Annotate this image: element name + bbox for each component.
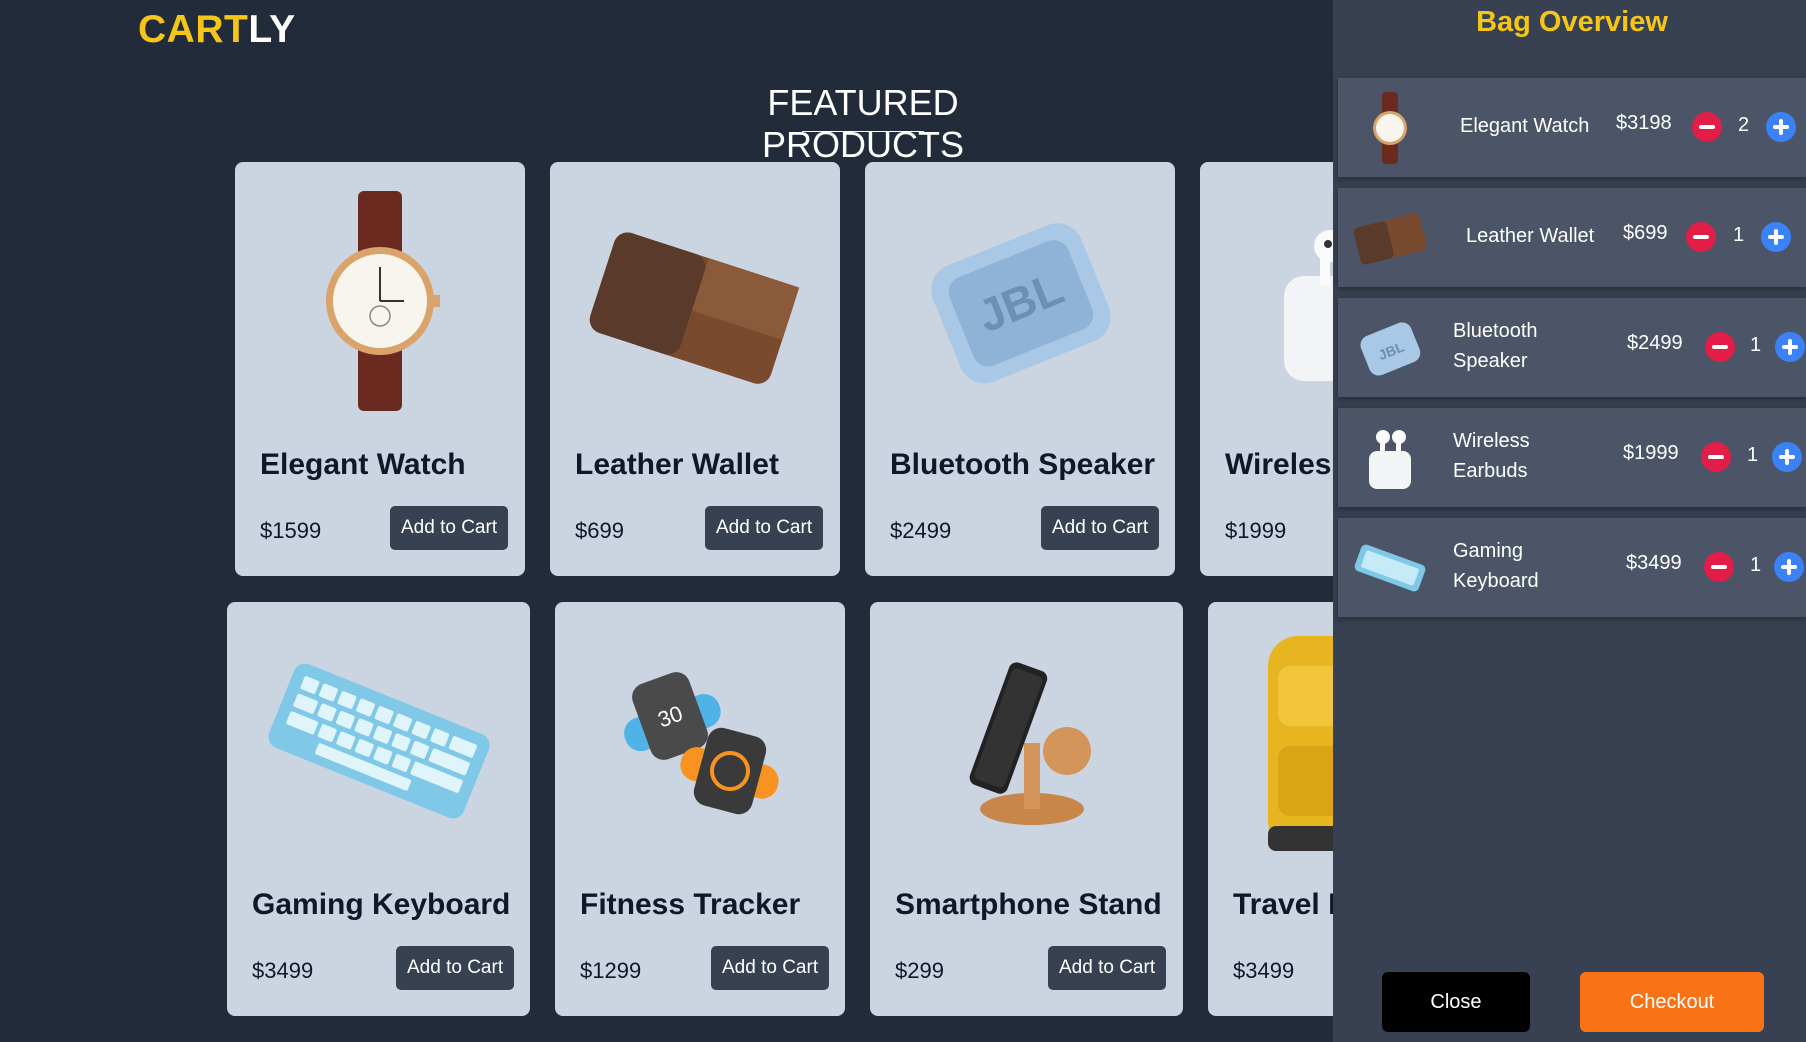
wallet-icon: [1350, 200, 1430, 275]
bag-item-name: Bluetooth Speaker: [1453, 316, 1538, 376]
add-to-cart-button[interactable]: Add to Cart: [711, 946, 830, 990]
bag-item: Leather Wallet $699 1: [1338, 188, 1806, 287]
increase-quantity-button[interactable]: [1775, 332, 1805, 362]
product-price: $699: [575, 518, 624, 543]
watch-icon: [235, 186, 525, 416]
speaker-icon: JBL: [865, 186, 1175, 416]
add-to-cart-button[interactable]: Add to Cart: [1048, 946, 1167, 990]
bag-item-price: $3198: [1616, 112, 1672, 134]
add-to-cart-button[interactable]: Add to Cart: [396, 946, 515, 990]
bag-item-price: $1999: [1623, 442, 1679, 464]
product-name: Bluetooth Speaker: [890, 448, 1156, 481]
decrease-quantity-button[interactable]: [1701, 442, 1731, 472]
checkout-button[interactable]: Checkout: [1580, 972, 1764, 1032]
product-price: $299: [895, 958, 944, 983]
product-price: $3499: [252, 958, 314, 983]
page-heading: FEATURED PRODUCTS: [761, 82, 964, 165]
bag-item-name: Wireless Earbuds: [1453, 426, 1530, 486]
item-quantity: 1: [1750, 334, 1762, 356]
product-price: $1299: [580, 958, 642, 983]
bag-item-price: $3499: [1626, 552, 1682, 574]
bag-item: JBL Bluetooth Speaker $2499 1: [1338, 298, 1806, 397]
bag-item: Gaming Keyboard $3499 1: [1338, 518, 1806, 617]
product-card: JBL Bluetooth Speaker $2499 Add to Cart: [865, 162, 1175, 576]
close-button[interactable]: Close: [1382, 972, 1530, 1032]
product-name: Leather Wallet: [575, 448, 779, 481]
bag-item-name: Gaming Keyboard: [1453, 536, 1539, 596]
product-name: Wireless: [1225, 448, 1349, 481]
item-quantity: 2: [1738, 114, 1750, 136]
bag-item-name: Leather Wallet: [1466, 221, 1594, 251]
increase-quantity-button[interactable]: [1761, 222, 1791, 252]
bag-item-name-line2: Keyboard: [1453, 570, 1539, 592]
bag-item-name-line1: Gaming: [1453, 540, 1524, 562]
item-quantity: 1: [1733, 224, 1745, 246]
wallet-icon: [550, 186, 840, 416]
speaker-icon: JBL: [1350, 310, 1430, 385]
bag-item-price: $699: [1623, 222, 1668, 244]
increase-quantity-button[interactable]: [1766, 112, 1796, 142]
decrease-quantity-button[interactable]: [1686, 222, 1716, 252]
heading-underline: [802, 131, 924, 132]
product-name: Gaming Keyboard: [252, 888, 511, 921]
decrease-quantity-button[interactable]: [1704, 552, 1734, 582]
bag-item-name-line2: Earbuds: [1453, 460, 1528, 482]
bag-item-name-line1: Wireless: [1453, 430, 1530, 452]
decrease-quantity-button[interactable]: [1692, 112, 1722, 142]
bag-title: Bag Overview: [1476, 6, 1668, 38]
product-name: Fitness Tracker: [580, 888, 801, 921]
bag-item: Elegant Watch $3198 2: [1338, 78, 1806, 177]
add-to-cart-button[interactable]: Add to Cart: [390, 506, 509, 550]
item-quantity: 1: [1750, 554, 1762, 576]
bag-item-name-line2: Speaker: [1453, 350, 1528, 372]
add-to-cart-button[interactable]: Add to Cart: [705, 506, 824, 550]
increase-quantity-button[interactable]: [1774, 552, 1804, 582]
product-name: Elegant Watch: [260, 448, 466, 481]
product-card: Leather Wallet $699 Add to Cart: [550, 162, 840, 576]
bag-item-name-line1: Bluetooth: [1453, 320, 1538, 342]
product-price: $1599: [260, 518, 322, 543]
product-card: Elegant Watch $1599 Add to Cart: [235, 162, 525, 576]
bag-item-name-line1: Elegant Watch: [1460, 115, 1590, 137]
bag-item-name-line1: Leather Wallet: [1466, 225, 1595, 247]
product-name: Smartphone Stand: [895, 888, 1162, 921]
bag-panel: Bag Overview Elegant Watch $3198 2 Leath…: [1333, 0, 1806, 1042]
brand-logo-part2: LY: [248, 8, 296, 51]
earbuds-icon: [1350, 420, 1430, 495]
bag-item-name: Elegant Watch: [1460, 111, 1589, 141]
keyboard-icon: [227, 626, 530, 856]
brand-logo[interactable]: CARTLY: [138, 8, 296, 52]
product-card: Gaming Keyboard $3499 Add to Cart: [227, 602, 530, 1016]
product-price: $2499: [890, 518, 952, 543]
product-card: Smartphone Stand $299 Add to Cart: [870, 602, 1183, 1016]
brand-logo-part1: CART: [138, 8, 249, 51]
increase-quantity-button[interactable]: [1772, 442, 1802, 472]
product-price: $3499: [1233, 958, 1295, 983]
item-quantity: 1: [1747, 444, 1759, 466]
product-card: 30 Fitness Tracker $1299 Add to Cart: [555, 602, 845, 1016]
bag-item-price: $2499: [1627, 332, 1683, 354]
bag-item: Wireless Earbuds $1999 1: [1338, 408, 1806, 507]
add-to-cart-button[interactable]: Add to Cart: [1041, 506, 1160, 550]
watch-icon: [1350, 90, 1430, 165]
decrease-quantity-button[interactable]: [1705, 332, 1735, 362]
fitness-tracker-icon: 30: [555, 626, 845, 856]
keyboard-icon: [1350, 530, 1430, 605]
phone-stand-icon: [870, 626, 1183, 856]
product-price: $1999: [1225, 518, 1287, 543]
